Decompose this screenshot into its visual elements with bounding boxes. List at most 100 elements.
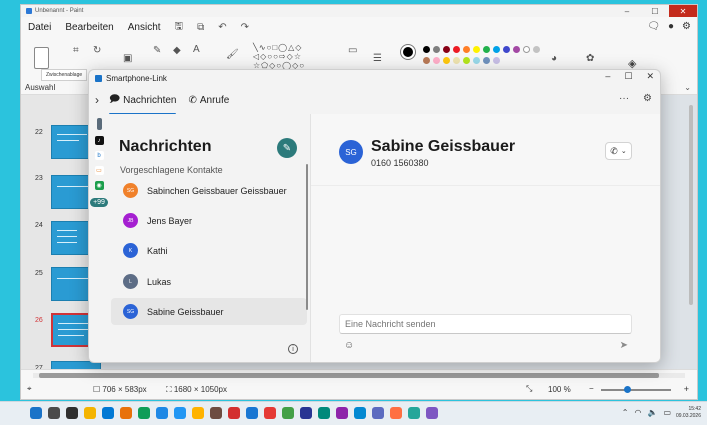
gear-icon[interactable]: ⚙ [682,21,691,32]
battery-icon[interactable]: ▭ [663,408,671,417]
taskbar-app-icon[interactable] [120,407,132,419]
chevron-up-icon[interactable]: ⌃ [622,408,629,417]
taskbar-app-icon[interactable] [138,407,150,419]
taskbar-app-icon[interactable] [174,407,186,419]
color-swatch[interactable] [533,46,540,53]
zoom-slider[interactable] [601,386,671,393]
more-options-icon[interactable]: ··· [619,93,629,104]
shapes-gallery[interactable]: ╲∿○□◯△◇ ◁◇○○⇨◇☆ ☆⬠◇○◯◇○ [253,43,333,70]
edit-colors-icon[interactable]: ◕ [551,53,557,64]
taskbar-app-icon[interactable] [426,407,438,419]
tiktok-app-icon[interactable]: ♪ [94,136,104,145]
fill-icon[interactable]: ◆ [173,45,181,56]
selection-tool[interactable] [34,47,49,69]
taskbar-app-icon[interactable] [192,407,204,419]
taskbar-app-icon[interactable] [282,407,294,419]
bing-app-icon[interactable]: b [94,151,104,160]
taskbar-app-icon[interactable] [408,407,420,419]
settings-gear-icon[interactable]: ⚙ [643,93,652,104]
tab-anrufe[interactable]: ✆ Anrufe [188,95,229,106]
clock[interactable]: 15:42 09.03.2026 [676,406,701,420]
save-icon[interactable]: 🖫 [175,19,184,36]
send-icon[interactable]: ➤ [620,340,628,351]
taskbar-app-icon[interactable] [66,407,78,419]
green-app-icon[interactable]: ◉ [94,181,104,190]
contact-item[interactable]: JB Jens Bayer [111,207,307,234]
color-swatch[interactable] [433,46,440,53]
taskbar-app-icon[interactable] [84,407,96,419]
redo-icon[interactable]: ↷ [241,22,249,33]
taskbar-app-icon[interactable] [156,407,168,419]
color-swatch[interactable] [473,46,480,53]
color-swatch[interactable] [463,46,470,53]
fit-to-window-icon[interactable]: ⤡ [526,384,532,394]
phone-device-icon[interactable] [96,118,102,130]
color-swatch[interactable] [443,57,450,64]
paint-minimize-button[interactable]: – [613,5,641,17]
call-button[interactable]: ✆ ⌄ [605,142,632,160]
color-swatch[interactable] [523,46,530,53]
taskbar-app-icon[interactable] [228,407,240,419]
chevron-right-icon[interactable]: › [95,93,99,107]
image-search-icon[interactable]: ▣ [123,53,132,64]
contact-item-selected[interactable]: SG Sabine Geissbauer [111,298,307,325]
compose-message-button[interactable]: ✎ [277,138,297,158]
undo-icon[interactable]: ↶ [218,22,226,33]
size-icon[interactable]: ☰ [373,53,382,64]
color-swatch[interactable] [443,46,450,53]
wifi-icon[interactable]: ◠ [634,408,641,417]
crop-icon[interactable]: ⌗ [73,45,79,56]
zoom-in-icon[interactable]: + [684,384,689,394]
taskbar-app-icon[interactable] [210,407,222,419]
taskbar-app-icon[interactable] [318,407,330,419]
start-button-icon[interactable] [30,407,42,419]
color-swatch[interactable] [423,57,430,64]
taskbar-app-icon[interactable] [372,407,384,419]
contact-item[interactable]: SG Sabinchen Geissbauer Geissbauer [111,177,307,204]
color-swatch[interactable] [493,57,500,64]
more-apps-badge[interactable]: +99 [90,198,108,207]
share-icon[interactable]: ⧉ [197,22,204,33]
paint-maximize-button[interactable]: ☐ [641,5,669,17]
color-swatch[interactable] [473,57,480,64]
menu-datei[interactable]: Datei [28,22,51,33]
taskbar-app-icon[interactable] [300,407,312,419]
color-swatch[interactable] [463,57,470,64]
color-swatch[interactable] [453,57,460,64]
chat-bubble-icon[interactable]: 🗨 [647,21,660,32]
taskbar-app-icon[interactable] [354,407,366,419]
color-swatch[interactable] [483,57,490,64]
brush-icon[interactable]: 🖌 [226,49,239,60]
horizontal-scrollbar[interactable] [33,373,685,378]
taskbar-app-icon[interactable] [48,407,60,419]
zoom-out-icon[interactable]: − [589,384,594,393]
copilot-icon[interactable]: ✿ [586,53,594,64]
emoji-icon[interactable]: ☺ [344,340,354,351]
taskbar-app-icon[interactable] [102,407,114,419]
color-wheel-icon[interactable]: ● [668,21,674,32]
scrollbar-thumb[interactable] [39,373,659,378]
text-icon[interactable]: A [193,44,200,55]
color-swatch[interactable] [493,46,500,53]
vertical-scrollbar[interactable] [689,105,693,305]
minimize-button[interactable]: – [605,71,610,82]
taskbar-app-icon[interactable] [246,407,258,419]
color-swatch[interactable] [423,46,430,53]
menu-bearbeiten[interactable]: Bearbeiten [65,22,113,33]
current-color-swatch[interactable] [401,45,415,59]
taskbar-app-icon[interactable] [390,407,402,419]
files-app-icon[interactable]: ▭ [94,166,104,175]
maximize-button[interactable]: ☐ [624,71,632,82]
color-swatch[interactable] [483,46,490,53]
chevron-down-icon[interactable]: ⌄ [684,83,691,92]
contact-item[interactable]: L Lukas [111,268,307,295]
paint-close-button[interactable]: ✕ [669,5,697,17]
pencil-icon[interactable]: ✎ [153,45,161,56]
color-swatch[interactable] [453,46,460,53]
close-button[interactable]: ✕ [646,71,654,82]
contact-item[interactable]: K Kathi [111,237,307,264]
outline-icon[interactable]: ▭ [348,45,357,56]
zoom-level[interactable]: 100 % [548,385,571,394]
color-palette[interactable] [423,46,543,64]
tab-nachrichten[interactable]: 🗩 Nachrichten [109,92,177,115]
